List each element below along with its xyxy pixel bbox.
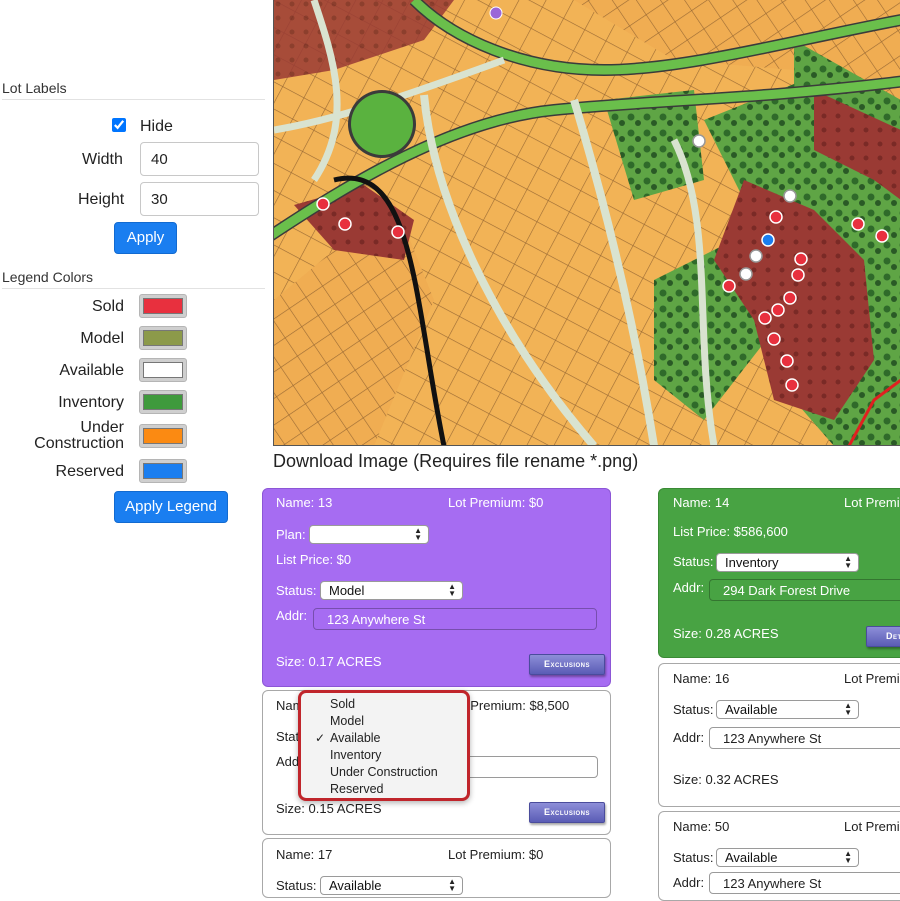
download-image-link[interactable]: Download Image (Requires file rename *.p… bbox=[273, 451, 638, 472]
select-value: Model bbox=[329, 583, 365, 598]
select-arrows-icon: ▲ ▼ bbox=[414, 526, 422, 542]
width-label: Width bbox=[82, 151, 123, 168]
details-button[interactable]: Deta bbox=[866, 626, 900, 647]
lot-labels-heading: Lot Labels bbox=[2, 80, 265, 100]
plan-label: Plan: bbox=[276, 527, 306, 542]
lot-size: Size: 0.17 ACRES bbox=[276, 654, 382, 669]
legend-label-model: Model bbox=[80, 330, 124, 347]
legend-label-sold: Sold bbox=[91, 298, 124, 315]
status-label: Status: bbox=[276, 583, 317, 598]
lot-size: Size: 0.28 ACRES bbox=[673, 626, 779, 641]
swatch-color bbox=[143, 298, 183, 314]
status-option-sold[interactable]: Sold bbox=[330, 697, 355, 711]
hide-labels-label: Hide bbox=[140, 118, 173, 135]
status-label: Status: bbox=[673, 554, 714, 569]
status-select[interactable]: Inventory ▲ ▼ bbox=[716, 553, 859, 572]
site-plan-map[interactable] bbox=[273, 0, 900, 446]
width-input[interactable] bbox=[140, 142, 259, 176]
status-option-under-construction[interactable]: Under Construction bbox=[330, 765, 438, 779]
exclusions-button[interactable]: Exclusions bbox=[529, 802, 605, 823]
check-icon: ✓ bbox=[315, 731, 326, 745]
swatch-color bbox=[143, 428, 183, 444]
addr-input[interactable]: 294 Dark Forest Drive bbox=[709, 579, 900, 601]
select-arrows-icon: ▲ ▼ bbox=[844, 849, 852, 865]
select-value: Inventory bbox=[725, 555, 779, 570]
lot-card-50: Name: 50 Lot Premi Status: Available ▲ ▼ A… bbox=[658, 811, 900, 901]
status-label: Status: bbox=[673, 702, 714, 717]
status-select[interactable]: Available ▲ ▼ bbox=[320, 876, 463, 895]
select-value: Available bbox=[725, 850, 778, 865]
lot-name: Name: 14 bbox=[673, 495, 730, 510]
status-option-available[interactable]: Available bbox=[330, 731, 381, 745]
legend-swatch-reserved[interactable] bbox=[139, 459, 187, 483]
addr-label: Addr: bbox=[276, 608, 308, 623]
lot-name: Name: 13 bbox=[276, 495, 333, 510]
lot-card-14: Name: 14 Lot Premi List Price: $586,600 … bbox=[658, 488, 900, 658]
status-select[interactable]: Model ▲ ▼ bbox=[320, 581, 463, 600]
legend-colors-heading: Legend Colors bbox=[2, 269, 265, 289]
swatch-color bbox=[143, 394, 183, 410]
status-option-model[interactable]: Model bbox=[330, 714, 364, 728]
lot-premium: Lot Premium: $0 bbox=[448, 495, 544, 510]
lot-card-17: Name: 17 Lot Premium: $0 Status: Availab… bbox=[262, 838, 611, 898]
swatch-color bbox=[143, 330, 183, 346]
legend-swatch-sold[interactable] bbox=[139, 294, 187, 318]
legend-swatch-inventory[interactable] bbox=[139, 390, 187, 414]
legend-label-reserved: Reserved bbox=[55, 463, 124, 480]
lot-card-13: Name: 13 Lot Premium: $0 Plan: ▲ ▼ List P… bbox=[262, 488, 611, 687]
select-value: Available bbox=[725, 702, 778, 717]
addr-label: Addr: bbox=[673, 730, 705, 745]
legend-label-line: Under bbox=[80, 419, 124, 436]
addr-input[interactable]: 123 Anywhere St bbox=[313, 608, 597, 630]
legend-label-under-construction: Under Construction bbox=[34, 420, 124, 452]
lot-premium: Lot Premi bbox=[844, 819, 900, 834]
lot-premium: Lot Premi bbox=[844, 671, 900, 686]
lot-name: Name: 16 bbox=[673, 671, 730, 686]
select-arrows-icon: ▲ ▼ bbox=[844, 554, 852, 570]
legend-label-available: Available bbox=[59, 362, 124, 379]
addr-input[interactable] bbox=[463, 756, 598, 778]
apply-legend-button[interactable]: Apply Legend bbox=[114, 491, 228, 523]
select-arrows-icon: ▲ ▼ bbox=[448, 877, 456, 893]
status-label: Status: bbox=[673, 850, 714, 865]
height-label: Height bbox=[78, 191, 125, 208]
lot-card-16: Name: 16 Lot Premi Status: Available ▲ ▼ A… bbox=[658, 663, 900, 807]
height-input[interactable] bbox=[140, 182, 259, 216]
status-option-reserved[interactable]: Reserved bbox=[330, 782, 384, 796]
select-value: Available bbox=[329, 878, 382, 893]
status-select[interactable]: Available ▲ ▼ bbox=[716, 848, 859, 867]
legend-label-line: Construction bbox=[34, 435, 124, 452]
legend-swatch-under-construction[interactable] bbox=[139, 424, 187, 448]
legend-swatch-available[interactable] bbox=[139, 358, 187, 382]
addr-label: Addr: bbox=[673, 580, 705, 595]
lot-size: Size: 0.15 ACRES bbox=[276, 801, 382, 816]
lot-name: Name: 17 bbox=[276, 847, 333, 862]
lot-premium: Lot Premium: $0 bbox=[448, 847, 544, 862]
list-price: List Price: $0 bbox=[276, 552, 352, 567]
swatch-color bbox=[143, 463, 183, 479]
status-option-inventory[interactable]: Inventory bbox=[330, 748, 381, 762]
addr-label: Addr: bbox=[673, 875, 705, 890]
apply-button[interactable]: Apply bbox=[114, 222, 177, 254]
hide-labels-checkbox[interactable] bbox=[112, 118, 126, 132]
legend-swatch-model[interactable] bbox=[139, 326, 187, 350]
status-select[interactable]: Available ▲ ▼ bbox=[716, 700, 859, 719]
list-price: List Price: $586,600 bbox=[673, 524, 788, 539]
plan-select[interactable]: ▲ ▼ bbox=[309, 525, 429, 544]
addr-input[interactable]: 123 Anywhere St bbox=[709, 872, 900, 894]
lot-size: Size: 0.32 ACRES bbox=[673, 772, 779, 787]
site-plan-illustration bbox=[274, 0, 900, 445]
exclusions-button[interactable]: Exclusions bbox=[529, 654, 605, 675]
swatch-color bbox=[143, 362, 183, 378]
lot-premium: t Premium: $8,500 bbox=[463, 698, 570, 713]
legend-label-inventory: Inventory bbox=[58, 394, 124, 411]
lot-name: Name: 50 bbox=[673, 819, 730, 834]
select-arrows-icon: ▲ ▼ bbox=[448, 582, 456, 598]
lot-premium: Lot Premi bbox=[844, 495, 900, 510]
select-arrows-icon: ▲ ▼ bbox=[844, 701, 852, 717]
status-dropdown-menu[interactable]: Sold Model ✓ Available Inventory Under C… bbox=[298, 690, 470, 801]
status-label: Status: bbox=[276, 878, 317, 893]
addr-input[interactable]: 123 Anywhere St bbox=[709, 727, 900, 749]
